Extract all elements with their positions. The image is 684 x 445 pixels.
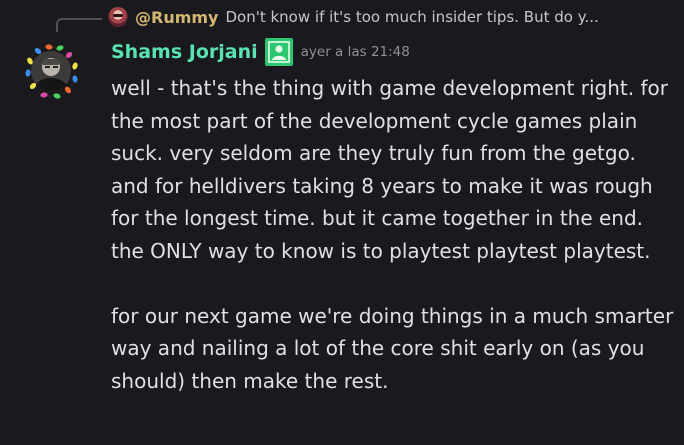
author-avatar[interactable] bbox=[20, 40, 82, 102]
role-user-icon[interactable] bbox=[264, 38, 293, 66]
reply-reference[interactable]: @Rummy Don't know if it's too much insid… bbox=[108, 4, 684, 30]
reply-avatar[interactable] bbox=[108, 7, 128, 27]
reply-preview-text[interactable]: Don't know if it's too much insider tips… bbox=[225, 8, 598, 26]
message-header: Shams Jorjani ayer a las 21:48 bbox=[111, 37, 410, 67]
message-paragraph: for our next game we're doing things in … bbox=[111, 303, 674, 393]
message-content: well - that's the thing with game develo… bbox=[111, 72, 677, 397]
reply-connector bbox=[56, 18, 102, 32]
message-paragraph: well - that's the thing with game develo… bbox=[111, 76, 668, 263]
reply-author-name[interactable]: @Rummy bbox=[135, 8, 218, 27]
message-timestamp[interactable]: ayer a las 21:48 bbox=[301, 44, 410, 60]
author-name[interactable]: Shams Jorjani bbox=[111, 41, 258, 63]
chat-message: @Rummy Don't know if it's too much insid… bbox=[0, 0, 684, 445]
